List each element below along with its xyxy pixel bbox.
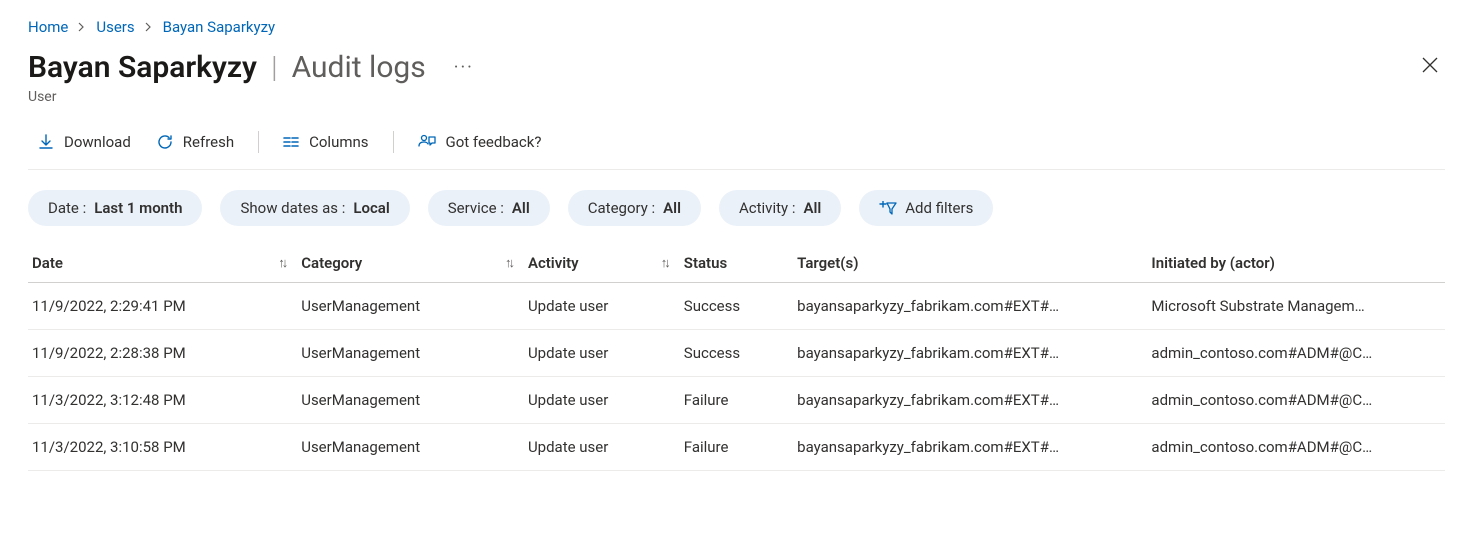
breadcrumb-home[interactable]: Home xyxy=(28,18,68,36)
filter-date[interactable]: Date : Last 1 month xyxy=(28,190,202,226)
filter-add-icon xyxy=(879,201,897,215)
filter-showdates-label: Show dates as : xyxy=(240,199,345,217)
cell-initiated: Microsoft Substrate Managem… xyxy=(1147,283,1445,330)
page-title: Bayan Saparkyzy xyxy=(28,50,257,85)
cell-date: 11/3/2022, 3:10:58 PM xyxy=(28,424,297,471)
feedback-icon xyxy=(418,134,436,150)
cell-targets: bayansaparkyzy_fabrikam.com#EXT#… xyxy=(793,424,1147,471)
cell-date: 11/9/2022, 2:29:41 PM xyxy=(28,283,297,330)
breadcrumb: Home Users Bayan Saparkyzy xyxy=(28,18,1445,36)
refresh-icon xyxy=(157,134,173,150)
download-button[interactable]: Download xyxy=(28,127,141,157)
more-actions-button[interactable]: ··· xyxy=(454,57,474,78)
close-button[interactable] xyxy=(1415,50,1445,80)
chevron-right-icon xyxy=(145,22,153,32)
filter-activity[interactable]: Activity : All xyxy=(719,190,841,226)
entity-type-label: User xyxy=(28,89,474,105)
columns-label: Columns xyxy=(309,133,368,151)
refresh-button[interactable]: Refresh xyxy=(147,127,244,157)
col-targets-label: Target(s) xyxy=(797,254,858,272)
cell-initiated: admin_contoso.com#ADM#@C… xyxy=(1147,377,1445,424)
cell-category: UserManagement xyxy=(297,283,524,330)
cell-targets: bayansaparkyzy_fabrikam.com#EXT#… xyxy=(793,377,1147,424)
filter-category[interactable]: Category : All xyxy=(568,190,701,226)
close-icon xyxy=(1421,56,1439,74)
col-initiated[interactable]: Initiated by (actor) xyxy=(1147,244,1445,283)
filter-service-value: All xyxy=(512,199,530,217)
filter-service-label: Service : xyxy=(448,199,504,217)
cell-category: UserManagement xyxy=(297,377,524,424)
cell-targets: bayansaparkyzy_fabrikam.com#EXT#… xyxy=(793,283,1147,330)
audit-logs-table: Date ↑↓ Category ↑↓ Activity ↑↓ Status Targ… xyxy=(28,244,1445,471)
refresh-label: Refresh xyxy=(183,133,234,151)
cell-activity: Update user xyxy=(524,330,680,377)
cell-targets: bayansaparkyzy_fabrikam.com#EXT#… xyxy=(793,330,1147,377)
divider xyxy=(258,131,259,153)
sort-icon: ↑↓ xyxy=(661,255,668,271)
filter-bar: Date : Last 1 month Show dates as : Loca… xyxy=(28,190,1445,226)
columns-icon xyxy=(283,134,299,150)
cell-category: UserManagement xyxy=(297,330,524,377)
cell-activity: Update user xyxy=(524,283,680,330)
cell-activity: Update user xyxy=(524,424,680,471)
filter-service[interactable]: Service : All xyxy=(428,190,550,226)
sort-icon: ↑↓ xyxy=(278,255,285,271)
col-category-label: Category xyxy=(301,254,362,272)
cell-status: Failure xyxy=(680,377,793,424)
divider xyxy=(393,131,394,153)
cell-date: 11/9/2022, 2:28:38 PM xyxy=(28,330,297,377)
add-filters-label: Add filters xyxy=(905,199,973,217)
page-header: Bayan Saparkyzy | Audit logs ··· User xyxy=(28,50,1445,105)
table-row[interactable]: 11/9/2022, 2:29:41 PMUserManagementUpdat… xyxy=(28,283,1445,330)
title-separator: | xyxy=(271,50,278,85)
filter-category-value: All xyxy=(663,199,681,217)
filter-date-value: Last 1 month xyxy=(94,199,182,217)
table-row[interactable]: 11/9/2022, 2:28:38 PMUserManagementUpdat… xyxy=(28,330,1445,377)
col-activity-label: Activity xyxy=(528,254,579,272)
page-subtitle-section: Audit logs xyxy=(292,50,426,85)
cell-status: Failure xyxy=(680,424,793,471)
feedback-label: Got feedback? xyxy=(446,133,542,151)
table-row[interactable]: 11/3/2022, 3:10:58 PMUserManagementUpdat… xyxy=(28,424,1445,471)
filter-category-label: Category : xyxy=(588,199,655,217)
feedback-button[interactable]: Got feedback? xyxy=(408,127,552,157)
filter-activity-value: All xyxy=(803,199,821,217)
cell-category: UserManagement xyxy=(297,424,524,471)
cell-initiated: admin_contoso.com#ADM#@C… xyxy=(1147,330,1445,377)
col-status[interactable]: Status xyxy=(680,244,793,283)
breadcrumb-user[interactable]: Bayan Saparkyzy xyxy=(163,18,276,36)
breadcrumb-users[interactable]: Users xyxy=(96,18,134,36)
download-label: Download xyxy=(64,133,131,151)
cell-activity: Update user xyxy=(524,377,680,424)
download-icon xyxy=(38,134,54,150)
cell-status: Success xyxy=(680,283,793,330)
cell-status: Success xyxy=(680,330,793,377)
chevron-right-icon xyxy=(78,22,86,32)
table-row[interactable]: 11/3/2022, 3:12:48 PMUserManagementUpdat… xyxy=(28,377,1445,424)
filter-activity-label: Activity : xyxy=(739,199,795,217)
col-date[interactable]: Date ↑↓ xyxy=(28,244,297,283)
col-date-label: Date xyxy=(32,254,63,272)
col-category[interactable]: Category ↑↓ xyxy=(297,244,524,283)
col-targets[interactable]: Target(s) xyxy=(793,244,1147,283)
filter-showdates-value: Local xyxy=(353,199,389,217)
cell-date: 11/3/2022, 3:12:48 PM xyxy=(28,377,297,424)
filter-date-label: Date : xyxy=(48,199,86,217)
add-filters-button[interactable]: Add filters xyxy=(859,190,993,226)
sort-icon: ↑↓ xyxy=(505,255,512,271)
cell-initiated: admin_contoso.com#ADM#@C… xyxy=(1147,424,1445,471)
filter-showdates[interactable]: Show dates as : Local xyxy=(220,190,409,226)
col-initiated-label: Initiated by (actor) xyxy=(1151,254,1275,272)
col-activity[interactable]: Activity ↑↓ xyxy=(524,244,680,283)
col-status-label: Status xyxy=(684,254,727,272)
columns-button[interactable]: Columns xyxy=(273,127,378,157)
command-bar: Download Refresh Columns Got feedback? xyxy=(28,127,1445,170)
